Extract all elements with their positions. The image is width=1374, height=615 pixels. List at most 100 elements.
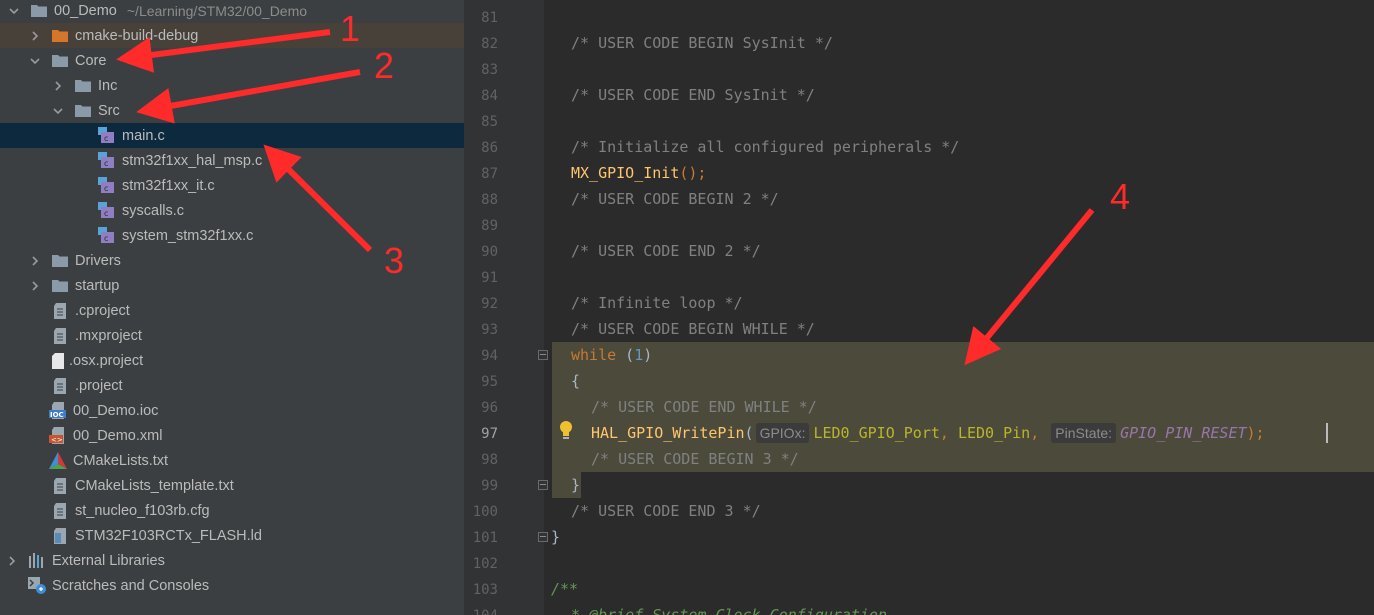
annotation-number-1: 1: [340, 8, 361, 49]
tree-item-label: .cproject: [75, 302, 130, 319]
tree-item-main-c[interactable]: c main.c: [0, 123, 464, 148]
tree-item-label: CMakeLists_template.txt: [75, 477, 234, 494]
number-literal: 1: [634, 346, 644, 364]
fold-marker-icon[interactable]: [538, 350, 548, 360]
tree-root[interactable]: 00_Demo ~/Learning/STM32/00_Demo: [0, 0, 464, 23]
tree-item-label: system_stm32f1xx.c: [122, 227, 254, 244]
tree-item-label: syscalls.c: [122, 202, 185, 219]
code-line-92: /* Infinite loop */: [571, 294, 743, 312]
tree-item-label: STM32F103RCTx_FLASH.ld: [75, 527, 262, 544]
line-number: 84: [481, 88, 498, 104]
enum-constant: GPIO_PIN_RESET: [1120, 424, 1247, 442]
function-name: HAL_GPIO_WritePin: [591, 424, 745, 442]
folder-icon: [74, 78, 92, 94]
c-file-icon: c: [98, 152, 116, 169]
tree-item-core[interactable]: Core: [0, 48, 464, 73]
tree-item-src[interactable]: Src: [0, 98, 464, 123]
tree-item-osx-project[interactable]: .osx.project: [0, 348, 464, 373]
line-number: 96: [481, 400, 498, 416]
code-line-103: /**: [551, 580, 579, 598]
tree-item-cfg[interactable]: st_nucleo_f103rb.cfg: [0, 498, 464, 523]
c-file-icon: c: [98, 127, 116, 144]
chevron-right-icon[interactable]: [29, 30, 41, 42]
tree-item-external-libraries[interactable]: External Libraries: [0, 548, 464, 573]
fold-marker-icon[interactable]: [538, 532, 548, 542]
line-number: 89: [481, 218, 498, 234]
parameter-hint: PinState:: [1051, 423, 1117, 443]
code-line-90: /* USER CODE END 2 */: [571, 242, 761, 260]
tree-item-scratches[interactable]: Scratches and Consoles: [0, 573, 464, 598]
tree-item-label: Src: [98, 102, 120, 119]
line-number: 103: [472, 582, 498, 598]
code-line-101: }: [551, 528, 561, 546]
chevron-down-icon[interactable]: [8, 5, 20, 17]
line-number: 95: [481, 374, 498, 390]
tree-item-label: cmake-build-debug: [75, 27, 199, 44]
tree-item-label: CMakeLists.txt: [73, 452, 169, 469]
chevron-right-icon[interactable]: [52, 80, 64, 92]
javadoc-text: System Clock Configuration: [643, 606, 888, 615]
text-file-icon: [51, 327, 69, 344]
code-punct: ,: [1030, 424, 1040, 442]
c-file-icon: c: [98, 202, 116, 219]
ioc-file-icon: IOC: [49, 402, 67, 419]
tree-item-label: Core: [75, 52, 107, 69]
tree-item-ioc[interactable]: IOC 00_Demo.ioc: [0, 398, 464, 423]
line-number: 94: [481, 348, 498, 364]
tree-item-label: stm32f1xx_it.c: [122, 177, 215, 194]
chevron-down-icon[interactable]: [52, 105, 64, 117]
chevron-right-icon[interactable]: [29, 280, 41, 292]
project-tree: 00_Demo ~/Learning/STM32/00_Demo cmake-b…: [0, 0, 464, 615]
tree-item-mxproject[interactable]: .mxproject: [0, 323, 464, 348]
tree-item-label: Drivers: [75, 252, 121, 269]
svg-text:c: c: [104, 159, 108, 168]
line-number: 93: [481, 322, 498, 338]
tree-item-stm32f1xx-it-c[interactable]: c stm32f1xx_it.c: [0, 173, 464, 198]
tree-item-syscalls-c[interactable]: c syscalls.c: [0, 198, 464, 223]
tree-item-xml[interactable]: <> 00_Demo.xml: [0, 423, 464, 448]
tree-item-ld[interactable]: STM32F103RCTx_FLASH.ld: [0, 523, 464, 548]
line-number: 82: [481, 36, 498, 52]
text-caret: [1326, 423, 1328, 443]
chevron-down-icon[interactable]: [29, 55, 41, 67]
code-line-99: }: [571, 476, 581, 494]
javadoc-tag: * @brief: [571, 606, 644, 615]
fold-marker-icon[interactable]: [538, 480, 548, 490]
tree-item-stm32f1xx-hal-msp-c[interactable]: c stm32f1xx_hal_msp.c: [0, 148, 464, 173]
folder-icon: [74, 103, 92, 119]
line-number: 100: [472, 504, 498, 520]
chevron-right-icon[interactable]: [29, 255, 41, 267]
code-line-94: while (1): [571, 342, 652, 368]
line-number: 91: [481, 270, 498, 286]
tree-item-project[interactable]: .project: [0, 373, 464, 398]
annotation-number-3: 3: [384, 240, 405, 281]
macro-arg: LED0_Pin: [957, 424, 1031, 442]
line-number: 87: [481, 166, 498, 182]
line-number: 104: [464, 608, 498, 615]
tree-item-cmakelists-template[interactable]: CMakeLists_template.txt: [0, 473, 464, 498]
svg-text:c: c: [104, 234, 108, 243]
code-editor[interactable]: 81 82 83 84 85 86 87 88 89 90 91 92 93 9…: [464, 0, 1374, 615]
library-icon: [28, 553, 46, 569]
code-line-82: /* USER CODE BEGIN SysInit */: [571, 34, 833, 52]
tree-item-label: main.c: [122, 127, 165, 144]
keyword: while: [571, 346, 617, 364]
code-punct: ();: [679, 164, 707, 182]
tree-item-label: .osx.project: [69, 352, 144, 369]
code-line-97: HAL_GPIO_WritePin(GPIOx: LED0_GPIO_Port, …: [591, 420, 1265, 446]
lightbulb-icon[interactable]: [558, 420, 574, 442]
folder-icon: [30, 3, 48, 19]
code-line-84: /* USER CODE END SysInit */: [571, 86, 815, 104]
tree-item-inc[interactable]: Inc: [0, 73, 464, 98]
tree-item-label: stm32f1xx_hal_msp.c: [122, 152, 263, 169]
scratches-icon: [28, 577, 46, 594]
chevron-right-icon[interactable]: [6, 555, 18, 567]
tree-item-cproject[interactable]: .cproject: [0, 298, 464, 323]
tree-item-cmakelists[interactable]: CMakeLists.txt: [0, 448, 464, 473]
line-number: 90: [481, 244, 498, 260]
line-number: 98: [481, 452, 498, 468]
tree-item-cmake-build-debug[interactable]: cmake-build-debug: [0, 23, 464, 48]
code-punct: );: [1246, 424, 1265, 442]
code-punct: (: [616, 346, 635, 364]
code-punct: ): [643, 346, 653, 364]
